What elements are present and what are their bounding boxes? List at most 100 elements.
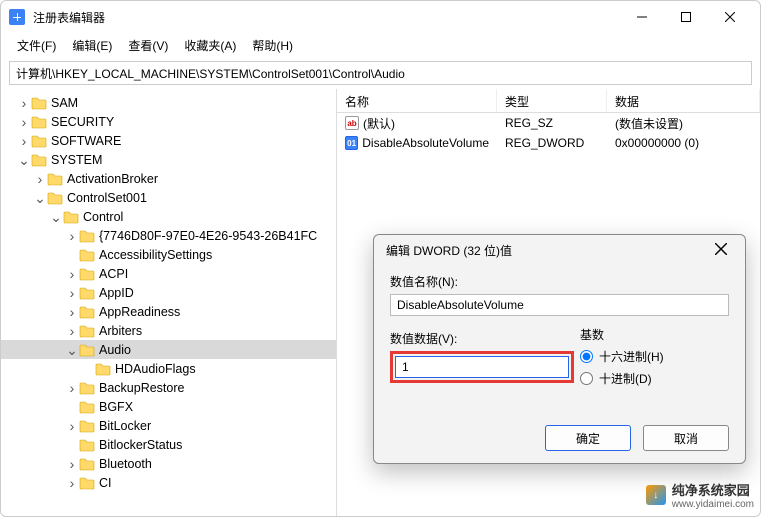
maximize-button[interactable] (664, 2, 708, 32)
chevron-right-icon[interactable]: › (65, 419, 79, 433)
address-text: 计算机\HKEY_LOCAL_MACHINE\SYSTEM\ControlSet… (16, 65, 405, 82)
value-name-field[interactable]: DisableAbsoluteVolume (390, 294, 729, 316)
tree-node[interactable]: › CI (1, 473, 336, 492)
folder-icon (79, 438, 95, 452)
chevron-down-icon[interactable]: ⌄ (65, 343, 79, 357)
tree-node[interactable]: › Arbiters (1, 321, 336, 340)
tree-node-label: Arbiters (99, 324, 142, 338)
tree-node-label: BitLocker (99, 419, 151, 433)
tree-node[interactable]: ›AppID (1, 283, 336, 302)
folder-icon (79, 324, 95, 338)
tree-node-label: ControlSet001 (67, 191, 147, 205)
folder-icon (47, 172, 63, 186)
tree-node[interactable]: ›{7746D80F-97E0-4E26-9543-26B41FC (1, 226, 336, 245)
chevron-right-icon[interactable]: › (33, 172, 47, 186)
tree-node[interactable]: › BGFX (1, 397, 336, 416)
tree-node[interactable]: › ActivationBroker (1, 169, 336, 188)
tree-node[interactable]: ›SECURITY (1, 112, 336, 131)
folder-icon (79, 267, 95, 281)
registry-tree: ›SAM›SECURITY›SOFTWARE⌄SYSTEM › Activation… (1, 93, 336, 492)
dialog-titlebar[interactable]: 编辑 DWORD (32 位)值 (374, 235, 745, 265)
chevron-right-icon[interactable]: › (65, 476, 79, 490)
dword-value-icon: 01 (345, 136, 358, 150)
menu-help[interactable]: 帮助(H) (244, 35, 301, 56)
tree-node[interactable]: ›SAM (1, 93, 336, 112)
chevron-right-icon[interactable]: › (65, 381, 79, 395)
minimize-button[interactable] (620, 2, 664, 32)
chevron-right-icon[interactable]: › (65, 324, 79, 338)
menubar: 文件(F) 编辑(E) 查看(V) 收藏夹(A) 帮助(H) (1, 33, 760, 57)
tree-node-label: CI (99, 476, 112, 490)
tree-node[interactable]: › BitLocker (1, 416, 336, 435)
value-row[interactable]: ab(默认)REG_SZ(数值未设置) (337, 113, 760, 133)
tree-node[interactable]: ›SOFTWARE (1, 131, 336, 150)
chevron-right-icon[interactable]: › (65, 286, 79, 300)
chevron-right-icon[interactable]: › (17, 134, 31, 148)
tree-node-label: BitlockerStatus (99, 438, 182, 452)
tree-node[interactable]: ⌄ Control (1, 207, 336, 226)
chevron-right-icon[interactable]: › (65, 267, 79, 281)
value-type: REG_SZ (497, 116, 607, 130)
tree-node[interactable]: ›AccessibilitySettings (1, 245, 336, 264)
folder-icon (79, 457, 95, 471)
chevron-right-icon[interactable]: › (17, 96, 31, 110)
menu-file[interactable]: 文件(F) (9, 35, 64, 56)
cancel-button[interactable]: 取消 (643, 425, 729, 451)
folder-icon (95, 362, 111, 376)
menu-fav[interactable]: 收藏夹(A) (176, 35, 244, 56)
close-button[interactable] (708, 2, 752, 32)
chevron-down-icon[interactable]: ⌄ (33, 191, 47, 205)
folder-icon (31, 153, 47, 167)
tree-node-label: AccessibilitySettings (99, 248, 212, 262)
tree-node[interactable]: ›BackupRestore (1, 378, 336, 397)
tree-node[interactable]: ›Bluetooth (1, 454, 336, 473)
folder-icon (79, 229, 95, 243)
tree-node-label: AppReadiness (99, 305, 180, 319)
tree-node-label: BGFX (99, 400, 133, 414)
value-data-input[interactable] (395, 356, 569, 378)
value-row[interactable]: 01DisableAbsoluteVolumeREG_DWORD0x000000… (337, 133, 760, 153)
radio-dec-input[interactable] (580, 372, 593, 385)
chevron-right-icon[interactable]: › (65, 305, 79, 319)
chevron-down-icon[interactable]: ⌄ (49, 210, 63, 224)
header-data[interactable]: 数据 (607, 89, 760, 112)
tree-node[interactable]: › AppReadiness (1, 302, 336, 321)
tree-node-label: ActivationBroker (67, 172, 158, 186)
tree-node[interactable]: ⌄SYSTEM (1, 150, 336, 169)
address-bar[interactable]: 计算机\HKEY_LOCAL_MACHINE\SYSTEM\ControlSet… (9, 61, 752, 85)
tree-node[interactable]: ›HDAudioFlags (1, 359, 336, 378)
tree-node-label: Control (83, 210, 123, 224)
tree-pane[interactable]: ›SAM›SECURITY›SOFTWARE⌄SYSTEM › Activation… (1, 89, 337, 516)
window-title: 注册表编辑器 (33, 9, 620, 26)
chevron-down-icon[interactable]: ⌄ (17, 153, 31, 167)
radio-hex-input[interactable] (580, 350, 593, 363)
tree-node[interactable]: ⌄ ControlSet001 (1, 188, 336, 207)
header-name[interactable]: 名称 (337, 89, 497, 112)
tree-node-label: HDAudioFlags (115, 362, 196, 376)
titlebar[interactable]: 注册表编辑器 (1, 1, 760, 33)
folder-icon (79, 419, 95, 433)
chevron-right-icon[interactable]: › (65, 457, 79, 471)
ok-button[interactable]: 确定 (545, 425, 631, 451)
chevron-right-icon: › (65, 438, 79, 452)
tree-node-label: ACPI (99, 267, 128, 281)
dialog-close-button[interactable] (709, 242, 733, 258)
radio-dec[interactable]: 十进制(D) (580, 367, 729, 389)
chevron-right-icon[interactable]: › (17, 115, 31, 129)
string-value-icon: ab (345, 116, 359, 130)
tree-node[interactable]: › BitlockerStatus (1, 435, 336, 454)
tree-node[interactable]: › ACPI (1, 264, 336, 283)
chevron-right-icon: › (65, 400, 79, 414)
chevron-right-icon[interactable]: › (65, 229, 79, 243)
menu-edit[interactable]: 编辑(E) (64, 35, 120, 56)
folder-icon (79, 343, 95, 357)
radio-hex[interactable]: 十六进制(H) (580, 345, 729, 367)
header-type[interactable]: 类型 (497, 89, 607, 112)
watermark-brand: 纯净系统家园 (672, 480, 754, 499)
watermark-icon: ↓ (646, 485, 666, 505)
folder-icon (31, 115, 47, 129)
folder-icon (79, 305, 95, 319)
tree-node[interactable]: ⌄Audio (1, 340, 336, 359)
folder-icon (47, 191, 63, 205)
menu-view[interactable]: 查看(V) (120, 35, 176, 56)
